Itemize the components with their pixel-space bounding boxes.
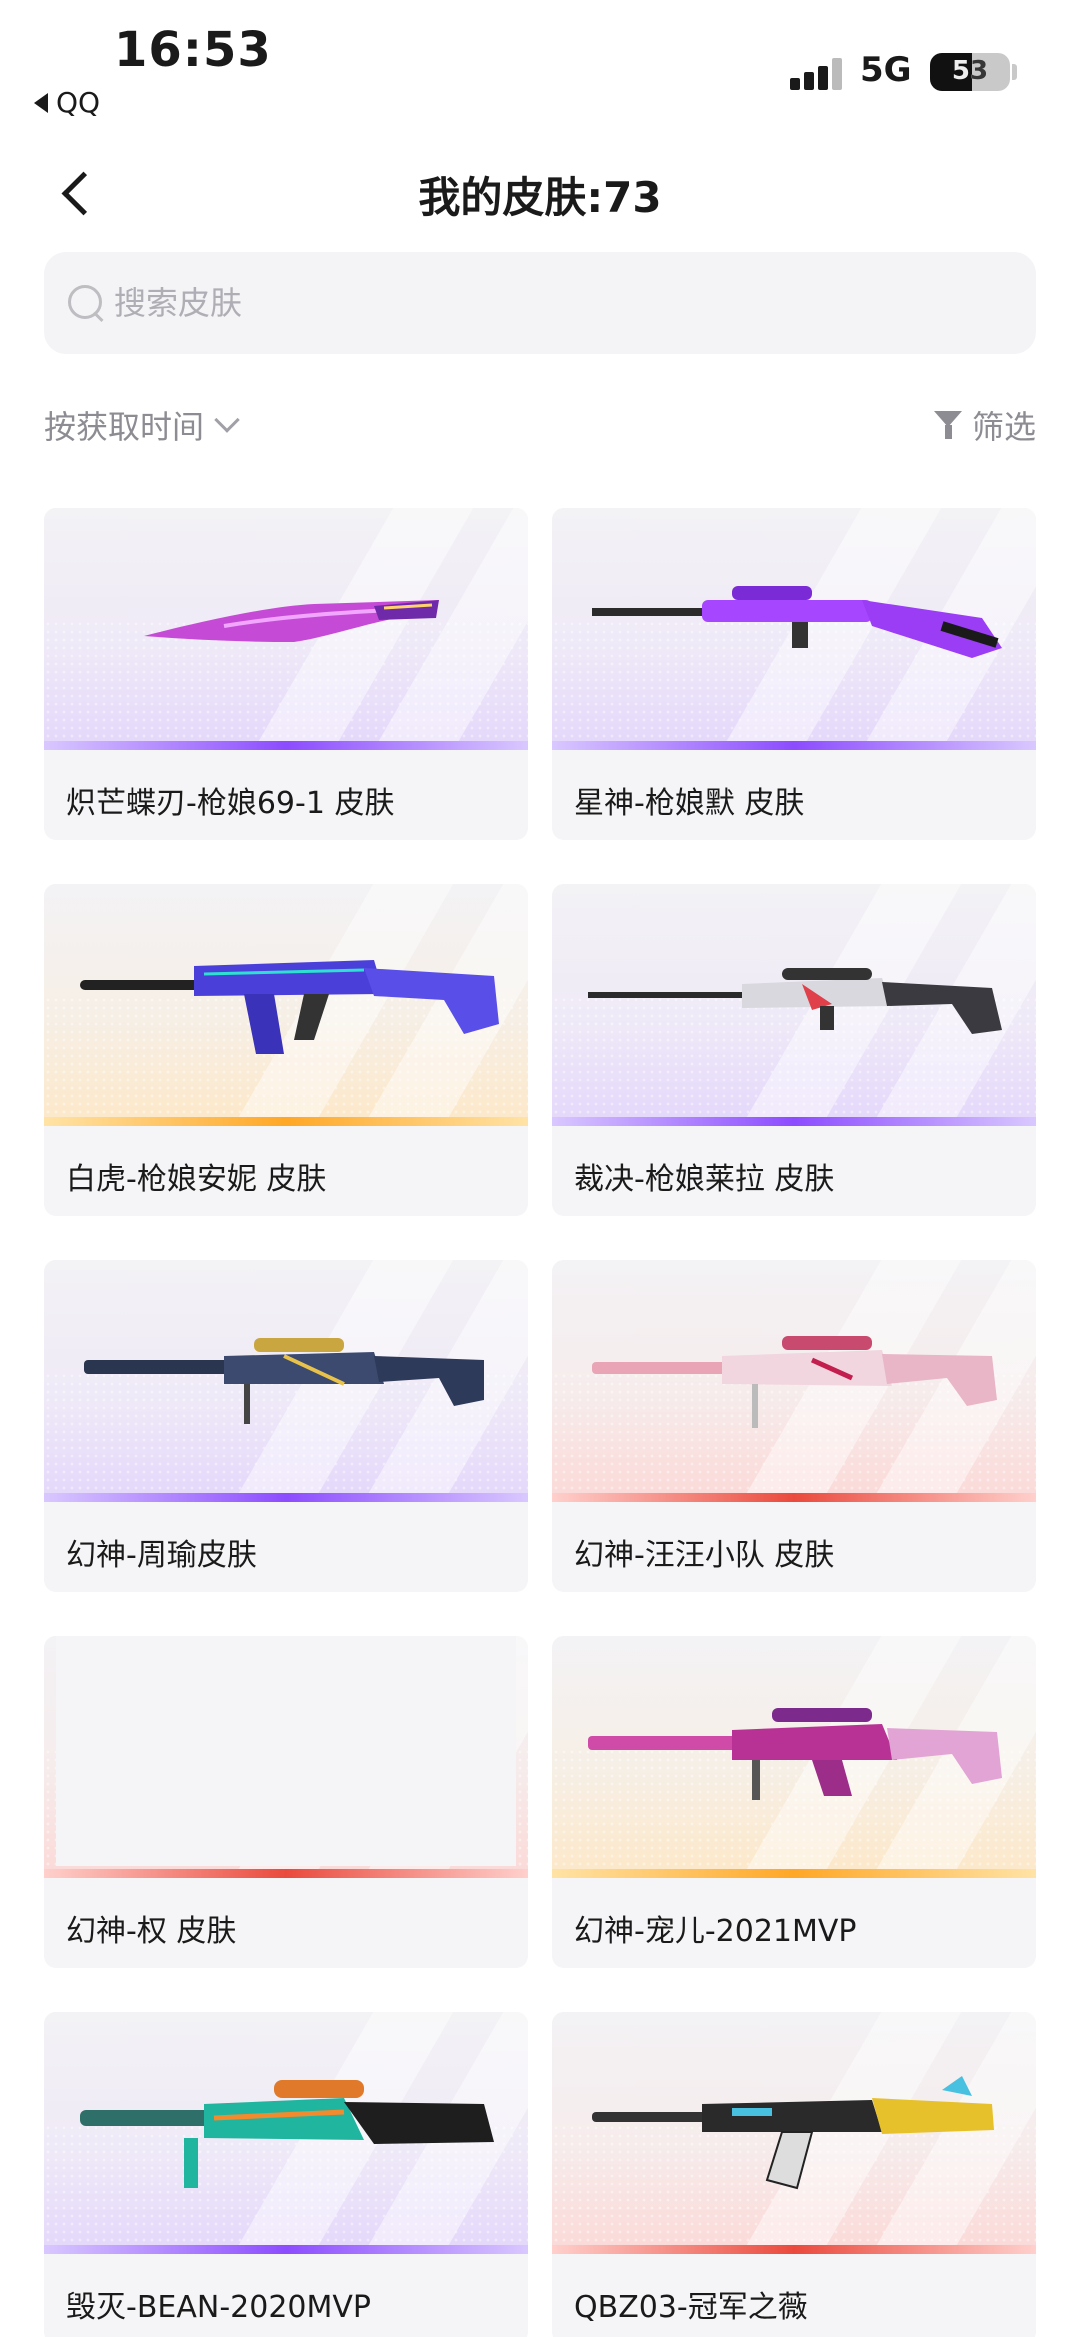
skin-name: 星神-枪娘默 皮肤 [574,786,805,821]
back-to-app-link[interactable]: QQ [34,86,100,119]
skin-name: 幻神-权 皮肤 [66,1914,237,1949]
skin-name: 裁决-枪娘莱拉 皮肤 [574,1162,835,1197]
search-icon [66,283,106,323]
skin-image [552,884,1036,1126]
skin-name: 白虎-枪娘安妮 皮肤 [66,1162,327,1197]
page-title: 我的皮肤:73 [418,173,662,222]
skin-image [44,1636,528,1878]
sniper-rifle-icon [84,1338,484,1424]
skin-name: 幻神-周瑜皮肤 [66,1538,257,1573]
sniper-rifle-icon [588,1708,1002,1800]
signal-icon [790,56,846,90]
skin-image [44,2012,528,2254]
battery-tip [1012,64,1017,80]
search-input[interactable] [114,284,1036,322]
skin-name: 幻神-宠儿-2021MVP [574,1914,857,1949]
skin-card[interactable]: QBZ03-冠军之薇 [552,2012,1036,2337]
status-time: 16:53 [114,22,272,78]
skin-card[interactable]: 炽芒蝶刃-枪娘69-1 皮肤 [44,508,528,840]
skin-name: 毁灭-BEAN-2020MVP [66,2290,371,2325]
skin-image [552,1636,1036,1878]
skin-image [44,884,528,1126]
sniper-rifle-icon [592,1336,997,1428]
search-bar[interactable] [44,252,1036,354]
heavy-sniper-icon [80,2080,494,2188]
skin-name: 幻神-汪汪小队 皮肤 [574,1538,835,1573]
skin-card[interactable]: 白虎-枪娘安妮 皮肤 [44,884,528,1216]
skin-card[interactable]: 星神-枪娘默 皮肤 [552,508,1036,840]
skin-image [552,508,1036,750]
chevron-down-icon [214,407,240,433]
rifle-icon [592,586,1002,658]
assault-rifle-icon [592,2076,994,2190]
battery-level: 53 [951,56,989,86]
network-type: 5G [860,50,912,90]
empty-image-icon [56,1636,516,1866]
back-triangle-icon [34,92,48,113]
sort-dropdown[interactable]: 按获取时间 [44,402,240,448]
skin-image [552,1260,1036,1502]
skin-image [44,1260,528,1502]
knife-icon [144,600,439,642]
skin-card[interactable]: 幻神-权 皮肤 [44,1636,528,1968]
filter-icon [933,409,964,441]
skin-name: 炽芒蝶刃-枪娘69-1 皮肤 [66,786,395,821]
skin-card[interactable]: 裁决-枪娘莱拉 皮肤 [552,884,1036,1216]
skin-card[interactable]: 毁灭-BEAN-2020MVP [44,2012,528,2337]
status-bar: 16:53 QQ 5G 53 [0,0,1080,130]
skin-image [44,508,528,750]
filter-button[interactable]: 筛选 [933,402,1036,448]
skin-card[interactable]: 幻神-周瑜皮肤 [44,1260,528,1592]
assault-rifle-icon [80,960,499,1054]
back-app-label: QQ [56,86,101,119]
filter-label: 筛选 [971,408,1036,446]
sniper-rifle-icon [588,968,1002,1034]
skin-card[interactable]: 幻神-汪汪小队 皮肤 [552,1260,1036,1592]
skin-grid: 炽芒蝶刃-枪娘69-1 皮肤 星神-枪娘默 皮肤 白虎-枪娘安妮 皮肤 裁决-枪… [44,508,1036,2337]
skin-name: QBZ03-冠军之薇 [574,2290,808,2325]
skin-card[interactable]: 幻神-宠儿-2021MVP [552,1636,1036,1968]
battery-icon: 53 [930,53,1010,91]
skin-image [552,2012,1036,2254]
sort-label: 按获取时间 [44,408,205,446]
nav-bar: 我的皮肤:73 [0,150,1080,240]
